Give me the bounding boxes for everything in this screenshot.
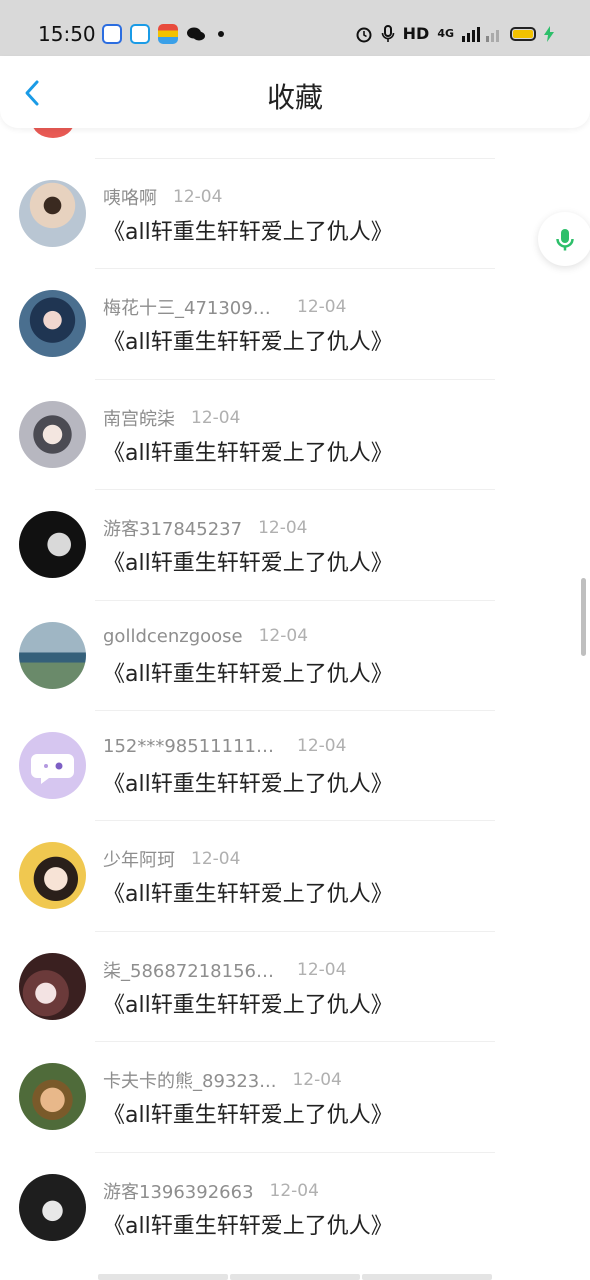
list-item[interactable]: 152***985111111... 12-04 《all轩重生轩轩爱上了仇人》 [0,709,590,820]
user-name[interactable]: 游客1396392663 [103,1178,254,1204]
top-nav-bar: 收藏 [0,56,590,128]
book-title[interactable]: 《all轩重生轩轩爱上了仇人》 [103,766,393,798]
page-title: 收藏 [266,81,323,114]
status-time: 15:50 [38,22,96,46]
signal-label: 4G [437,27,454,40]
item-date: 12-04 [297,736,347,757]
status-indicators: HD 4G [355,24,554,43]
item-date: 12-04 [191,407,241,428]
avatar[interactable] [19,842,86,910]
book-title[interactable]: 《all轩重生轩轩爱上了仇人》 [103,435,393,467]
colorful-app-icon [158,24,178,44]
item-date: 12-04 [258,518,308,539]
avatar[interactable] [19,511,86,579]
book-title[interactable]: 《all轩重生轩轩爱上了仇人》 [103,324,393,356]
avatar[interactable] [19,952,86,1020]
book-title[interactable]: 《all轩重生轩轩爱上了仇人》 [103,1208,393,1240]
book-title[interactable]: 《all轩重生轩轩爱上了仇人》 [103,876,393,908]
book-title[interactable]: 《all轩重生轩轩爱上了仇人》 [103,545,393,577]
battery-icon [510,26,536,41]
scrollbar-thumb[interactable] [581,578,586,656]
book-title[interactable]: 《all轩重生轩轩爱上了仇人》 [103,214,393,246]
signal-icon [462,26,499,42]
book-title[interactable]: 《all轩重生轩轩爱上了仇人》 [103,987,393,1019]
alarm-icon [356,27,372,42]
mic-icon [381,24,394,42]
item-date: 12-04 [297,959,347,980]
list-item[interactable]: 梅花十三_4713094... 12-04 《all轩重生轩轩爱上了仇人》 [0,268,590,378]
default-avatar-icon [31,753,74,784]
avatar[interactable] [19,1173,86,1241]
user-name[interactable]: 咦咯啊 [103,184,157,210]
list-item[interactable]: 咦咯啊 12-04 《all轩重生轩轩爱上了仇人》 [0,158,590,268]
user-name[interactable]: 柒_586872181565... [103,957,281,983]
status-bar: 15:50 HD 4G [0,0,590,56]
user-name[interactable]: 游客317845237 [103,515,242,541]
avatar[interactable] [19,1063,86,1131]
item-date: 12-04 [173,187,223,207]
user-name[interactable]: 梅花十三_4713094... [103,294,281,320]
user-name[interactable]: 少年阿珂 [103,846,175,872]
list-item[interactable]: 南宫皖柒 12-04 《all轩重生轩轩爱上了仇人》 [0,378,590,489]
baidu-app-icon [102,24,122,44]
item-date: 12-04 [258,626,309,647]
item-date: 12-04 [292,1070,342,1091]
hd-label: HD [402,24,430,43]
list-item[interactable]: 柒_586872181565... 12-04 《all轩重生轩轩爱上了仇人》 [0,930,590,1041]
list-item[interactable]: 游客1396392663 12-04 《all轩重生轩轩爱上了仇人》 [0,1151,590,1262]
wechat-icon [186,24,206,44]
microphone-icon [556,229,574,251]
avatar[interactable] [19,290,86,358]
avatar[interactable] [19,180,86,247]
notification-dot [218,31,224,37]
list-item[interactable]: 少年阿珂 12-04 《all轩重生轩轩爱上了仇人》 [0,820,590,930]
book-title[interactable]: 《all轩重生轩轩爱上了仇人》 [103,656,393,688]
item-date: 12-04 [297,297,347,318]
avatar[interactable] [19,400,86,468]
user-name[interactable]: 152***985111111... [103,736,281,757]
avatar[interactable] [19,731,86,799]
bottom-tab-strip [98,1274,492,1280]
user-name[interactable]: 南宫皖柒 [103,405,175,431]
user-name[interactable]: golldcenzgoose [103,626,243,647]
favorites-list: 咦咯啊 12-04 《all轩重生轩轩爱上了仇人》 梅花十三_4713094...… [0,158,590,1262]
book-title[interactable]: 《all轩重生轩轩爱上了仇人》 [103,1097,393,1129]
avatar[interactable] [19,621,86,689]
user-name[interactable]: 卡夫卡的熊_89323... [103,1067,276,1093]
status-app-icons [102,24,224,44]
browser-app-icon [130,24,150,44]
item-date: 12-04 [191,849,241,870]
list-item[interactable]: 卡夫卡的熊_89323... 12-04 《all轩重生轩轩爱上了仇人》 [0,1041,590,1151]
item-date: 12-04 [269,1180,319,1201]
list-item[interactable]: 游客317845237 12-04 《all轩重生轩轩爱上了仇人》 [0,489,590,599]
charging-icon [544,25,554,42]
voice-input-button[interactable] [538,212,590,266]
list-item[interactable]: golldcenzgoose 12-04 《all轩重生轩轩爱上了仇人》 [0,599,590,710]
